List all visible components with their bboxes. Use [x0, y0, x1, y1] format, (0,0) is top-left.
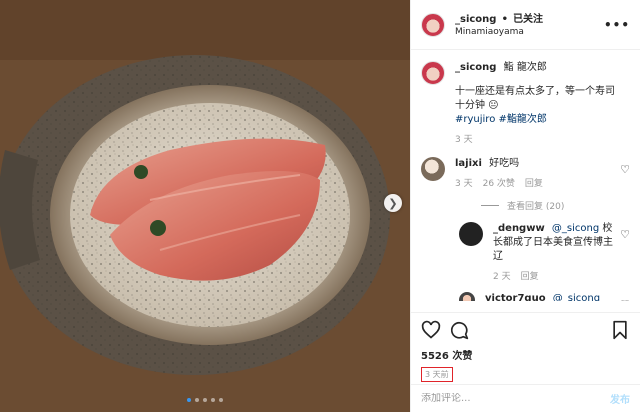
post-comment-button[interactable]: 发布: [610, 391, 630, 406]
carousel-indicator: [187, 398, 223, 402]
bookmark-icon[interactable]: [610, 320, 630, 340]
reply-body: victor7guo @_sicong: [485, 292, 611, 301]
reply-item: victor7guo @_sicong ♡: [459, 292, 630, 301]
caption-username[interactable]: _sicong: [455, 62, 496, 73]
view-replies-label: 查看回复 (20): [507, 202, 565, 212]
separator: •: [501, 14, 508, 25]
caption-body: _sicong 鮨 龍次郎 十一座还是有点太多了，等一个寿司十分钟 😐 #ryu…: [455, 61, 623, 147]
post-view: ❯ _sicong • 已关注 Minamiaoyama ••• _sicong…: [0, 0, 640, 412]
carousel-dot: [219, 398, 223, 402]
comment-item: lajixi 好吃吗 3 天 26 次赞 回复 ♡: [421, 157, 630, 191]
carousel-dot: [203, 398, 207, 402]
reply-username[interactable]: _dengww: [493, 223, 545, 234]
avatar[interactable]: [421, 61, 445, 85]
post-sidebar: _sicong • 已关注 Minamiaoyama ••• _sicong 鮨…: [410, 0, 640, 412]
avatar[interactable]: [421, 12, 445, 37]
reply-time: 2 天: [493, 272, 511, 282]
post-photo[interactable]: ❯: [0, 0, 410, 412]
carousel-dot: [187, 398, 191, 402]
post-header: _sicong • 已关注 Minamiaoyama •••: [411, 0, 640, 50]
more-dots-icon[interactable]: •••: [604, 18, 630, 32]
hashtag-link[interactable]: #ryujiro: [455, 114, 495, 125]
header-username[interactable]: _sicong: [455, 14, 496, 25]
heart-icon[interactable]: ♡: [620, 163, 630, 176]
post-actions: 5526 次赞 3 天前: [411, 312, 640, 382]
chevron-right-icon: ❯: [388, 196, 398, 210]
avatar[interactable]: [421, 157, 445, 181]
carousel-dot: [195, 398, 199, 402]
reply-button[interactable]: 回复: [521, 270, 539, 284]
follow-button[interactable]: 已关注: [513, 14, 543, 25]
hashtag-link[interactable]: #鮨龍次郎: [499, 114, 547, 125]
reply-button[interactable]: 回复: [525, 177, 543, 191]
heart-icon[interactable]: [421, 320, 441, 340]
post-timestamp: 3 天前: [421, 367, 453, 382]
comment-input[interactable]: [421, 393, 610, 404]
comment-likes[interactable]: 26 次赞: [483, 177, 515, 191]
comment-icon[interactable]: [449, 320, 469, 340]
action-icons: [421, 319, 630, 341]
location-link[interactable]: Minamiaoyama: [455, 26, 543, 39]
next-photo-button[interactable]: ❯: [384, 194, 402, 212]
caption-time: 3 天: [455, 135, 473, 145]
comment-text: 好吃吗: [489, 158, 520, 169]
avatar[interactable]: [459, 222, 483, 246]
comment-list[interactable]: _sicong 鮨 龍次郎 十一座还是有点太多了，等一个寿司十分钟 😐 #ryu…: [411, 51, 640, 301]
comment-composer: 发布: [411, 384, 640, 412]
sushi-plate-image: [0, 0, 410, 412]
reply-item: _dengww @_sicong 校长都成了日本美食宣传博主辽 2 天 回复 ♡: [459, 222, 630, 284]
reply-meta: 2 天 回复: [493, 270, 619, 284]
view-replies-button[interactable]: 查看回复 (20): [481, 199, 630, 212]
comment-time: 3 天: [455, 179, 473, 189]
avatar[interactable]: [459, 292, 475, 301]
comment-body: lajixi 好吃吗 3 天 26 次赞 回复: [455, 157, 623, 191]
header-text: _sicong • 已关注 Minamiaoyama: [455, 10, 543, 39]
comment-meta: 3 天 26 次赞 回复: [455, 177, 623, 191]
heart-icon[interactable]: ♡: [620, 228, 630, 241]
likes-count[interactable]: 5526 次赞: [421, 347, 630, 362]
heart-icon[interactable]: ♡: [620, 298, 630, 301]
carousel-dot: [211, 398, 215, 402]
divider: [481, 205, 499, 206]
caption: _sicong 鮨 龍次郎 十一座还是有点太多了，等一个寿司十分钟 😐 #ryu…: [421, 61, 630, 147]
caption-restaurant: 鮨 龍次郎: [503, 62, 547, 73]
reply-body: _dengww @_sicong 校长都成了日本美食宣传博主辽 2 天 回复: [493, 222, 619, 284]
comment-username[interactable]: lajixi: [455, 158, 482, 169]
reply-username[interactable]: victor7guo: [485, 293, 546, 301]
caption-meta: 3 天: [455, 133, 623, 147]
mention-link[interactable]: @_sicong: [552, 223, 599, 234]
mention-link[interactable]: @_sicong: [553, 293, 600, 301]
caption-text: 十一座还是有点太多了，等一个寿司十分钟 😐: [455, 86, 615, 111]
